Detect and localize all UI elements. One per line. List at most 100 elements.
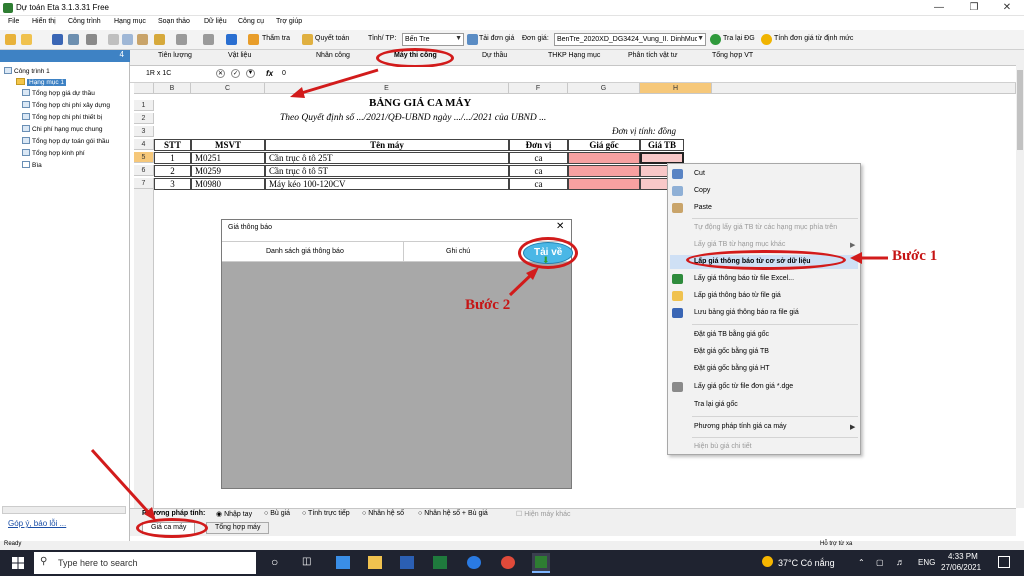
finalize-icon[interactable]	[302, 34, 313, 45]
tree-item[interactable]: Chi phí hạng mục chung	[22, 125, 102, 133]
menu-dat-tb-bang-goc[interactable]: Đặt giá TB bằng giá gốc	[694, 331, 769, 338]
forward-icon[interactable]	[226, 34, 237, 45]
tab-phan-tich-vat-tu[interactable]: Phân tích vật tư	[628, 52, 677, 59]
tab-tien-luong[interactable]: Tiên lượng	[158, 52, 192, 59]
column-header[interactable]: G	[568, 83, 640, 94]
redo-icon[interactable]	[203, 34, 214, 45]
cell-don-vi[interactable]: ca	[509, 165, 568, 177]
open-icon[interactable]	[21, 34, 32, 45]
cell-gia-goc[interactable]	[568, 178, 640, 190]
corner-cell[interactable]	[134, 83, 154, 94]
cell-msvt[interactable]: M0980	[191, 178, 265, 190]
menu-hien-bu-gia[interactable]: Hiện bù giá chi tiết	[694, 443, 752, 450]
column-header[interactable]: B	[154, 83, 191, 94]
cell-ten-may[interactable]: Cần trục ô tô 5T	[265, 165, 509, 177]
new-icon[interactable]	[5, 34, 16, 45]
radio-nhap-tay[interactable]: ◉ Nhập tay	[216, 510, 252, 518]
inspect-icon[interactable]	[248, 34, 259, 45]
menu-lay-gia-excel[interactable]: Lấy giá thông báo từ file Excel...	[694, 275, 794, 282]
radio-nhan-he-so[interactable]: ○ Nhân hệ số	[362, 510, 404, 517]
chrome-taskbar-icon[interactable]	[501, 556, 515, 569]
column-header[interactable]: E	[265, 83, 509, 94]
cell-gia-goc[interactable]	[568, 165, 640, 177]
tab-du-thau[interactable]: Dự thầu	[482, 52, 507, 59]
copy-icon[interactable]	[122, 34, 133, 45]
quyet-toan-button[interactable]: Quyết toán	[315, 35, 349, 42]
cell-reference[interactable]: 1R x 1C	[146, 70, 171, 77]
download-price-icon[interactable]	[467, 34, 478, 45]
menu-help[interactable]: Trợ giúp	[276, 18, 302, 25]
tree-item-hang-muc[interactable]: Hạng mục 1	[16, 78, 67, 86]
tab-nhan-cong[interactable]: Nhân công	[316, 52, 350, 59]
brush-icon[interactable]	[154, 34, 165, 45]
cell-ten-may[interactable]: Cần trục ô tô 25T	[265, 152, 509, 164]
windows-start-icon[interactable]	[12, 557, 24, 569]
cut-icon[interactable]	[108, 34, 119, 45]
cortana-icon[interactable]: ○	[271, 555, 278, 569]
language-indicator[interactable]: ENG	[918, 558, 935, 567]
clock-time[interactable]: 4:33 PM	[948, 552, 978, 561]
menu-tb-hang-muc-khac[interactable]: Lấy giá TB từ hạng mục khác	[694, 241, 785, 248]
menu-project[interactable]: Công trình	[68, 18, 101, 25]
print-icon[interactable]	[86, 34, 97, 45]
network-icon[interactable]: ▢	[876, 558, 884, 567]
cell-don-vi[interactable]: ca	[509, 178, 568, 190]
row-header[interactable]: 2	[134, 113, 154, 124]
export-icon[interactable]	[68, 34, 79, 45]
row-header[interactable]: 3	[134, 126, 154, 137]
radio-tinh-truc-tiep[interactable]: ○ Tính trực tiếp	[302, 510, 350, 517]
dropdown-icon[interactable]: ▼	[246, 69, 255, 78]
dialog-close-icon[interactable]: ✕	[556, 221, 564, 232]
tab-vat-lieu[interactable]: Vật liệu	[228, 52, 251, 59]
menu-luu-bang-gia[interactable]: Lưu bảng giá thông báo ra file giá	[694, 309, 799, 316]
zalo-taskbar-icon[interactable]	[467, 556, 481, 569]
calculate-icon[interactable]	[761, 34, 772, 45]
radio-nhan-he-so-bu-gia[interactable]: ○ Nhân hệ số + Bù giá	[418, 510, 488, 517]
vertical-scrollbar[interactable]	[1016, 50, 1024, 508]
row-header[interactable]: 4	[134, 139, 154, 150]
row-header[interactable]: 1	[134, 100, 154, 111]
dialog-grid-body[interactable]	[222, 262, 571, 488]
menu-phuong-phap[interactable]: Phương pháp tính giá ca máy	[694, 423, 787, 430]
column-header[interactable]: C	[191, 83, 265, 94]
menu-file[interactable]: File	[8, 18, 19, 25]
tab-thkp-hang-muc[interactable]: THKP Hạng mục	[548, 52, 600, 59]
cell-stt[interactable]: 3	[154, 178, 191, 190]
cell-msvt[interactable]: M0259	[191, 165, 265, 177]
weather-text[interactable]: 37°C Có nắng	[778, 558, 835, 568]
menu-data[interactable]: Dữ liệu	[204, 18, 227, 25]
menu-tra-lai-gia-goc[interactable]: Tra lại giá gốc	[694, 401, 738, 408]
refresh-icon[interactable]	[710, 34, 721, 45]
close-icon[interactable]: ✕	[990, 0, 1024, 16]
cell-msvt[interactable]: M0251	[191, 152, 265, 164]
tab-tong-hop-vt[interactable]: Tổng hợp VT	[712, 52, 753, 59]
eta-taskbar-icon[interactable]	[532, 553, 550, 573]
don-gia-select[interactable]: BenTre_2020XD_DG3424_Vung_II. DinhMuc ▼	[554, 33, 706, 46]
tree-item[interactable]: Tổng hợp dự toán gói thầu	[22, 137, 109, 145]
excel-taskbar-icon[interactable]	[433, 556, 447, 569]
menu-copy[interactable]: Copy	[694, 187, 710, 194]
paste-icon[interactable]	[137, 34, 148, 45]
row-header[interactable]: 7	[134, 178, 154, 189]
menu-dat-goc-bang-ht[interactable]: Đặt giá gốc bằng giá HT	[694, 365, 770, 372]
volume-icon[interactable]: ♬	[896, 557, 905, 567]
menu-edit[interactable]: Soạn thảo	[158, 18, 190, 25]
cell-stt[interactable]: 2	[154, 165, 191, 177]
menu-tools[interactable]: Công cụ	[238, 18, 264, 25]
menu-view[interactable]: Hiển thị	[32, 18, 56, 25]
scroll-thumb[interactable]	[1017, 70, 1023, 150]
notification-icon[interactable]	[998, 556, 1010, 568]
menu-paste[interactable]: Paste	[694, 204, 712, 211]
cell-don-vi[interactable]: ca	[509, 152, 568, 164]
tra-lai-dg-button[interactable]: Tra lại ĐG	[723, 35, 755, 42]
menu-item[interactable]: Hạng mục	[114, 18, 146, 25]
cell-gia-goc[interactable]	[568, 152, 640, 164]
feedback-link[interactable]: Góp ý, báo lỗi ...	[8, 519, 66, 528]
row-header[interactable]: 6	[134, 165, 154, 176]
tai-don-gia-button[interactable]: Tải đơn giá	[479, 35, 514, 42]
clock-date[interactable]: 27/06/2021	[941, 563, 981, 572]
menu-auto-tb[interactable]: Tự động lấy giá TB từ các hạng mục phía …	[694, 224, 837, 231]
minimize-icon[interactable]: —	[922, 0, 956, 16]
tree-item[interactable]: Tổng hợp chi phí thiết bị	[22, 113, 102, 121]
menu-cut[interactable]: Cut	[694, 170, 705, 177]
